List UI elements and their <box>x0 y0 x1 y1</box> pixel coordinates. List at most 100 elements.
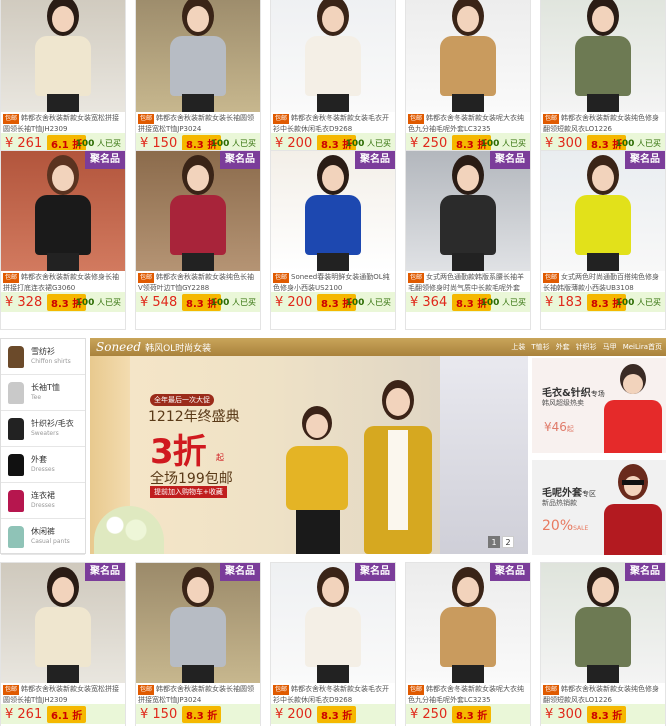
product-row-3: 聚名品 包邮 韩都衣舍秋装新款女装宽松拼接圆领长袖T恤JH2309 ¥ 261 6… <box>0 562 666 726</box>
sold-label: 人已买 <box>232 139 256 148</box>
free-shipping-tag: 包邮 <box>3 685 20 695</box>
price-bar: ¥ 200 8.3 折 <box>271 704 395 724</box>
product-title-link[interactable]: 女式两色时尚通勤百搭纯色修身长袖韩版薄款小西装UB3108【SONEED <box>543 273 659 292</box>
product-card[interactable]: 聚名品 包邮 韩都衣舍秋冬装新款女装毛衣开衫中长款休闲毛衣D9268 ¥ 200 … <box>270 562 396 726</box>
product-title-link[interactable]: 韩都衣舍冬装新款女装呢大衣纯色九分袖毛呢外套LC3235 <box>408 114 524 133</box>
product-title-link[interactable]: 韩都衣舍冬装新款女装呢大衣纯色九分袖毛呢外套LC3235 <box>408 685 524 704</box>
product-price: ¥ 150 <box>140 135 178 151</box>
product-title-link[interactable]: 女式两色通勤款韩版系腰长袖羊毛翻领修身时尚气质中长款毛呢外套 <box>408 273 524 292</box>
product-title-link[interactable]: 韩都衣舍秋装新款女装纯色修身翻领短款风衣LO1226 <box>543 114 659 133</box>
product-card[interactable]: 聚名品 包邮 韩都衣舍秋装新款女装纯色修身翻领短款风衣LO1226 ¥ 300 8… <box>540 562 666 726</box>
product-card[interactable]: 包邮 韩都衣舍秋装新款女装纯色修身翻领短款风衣LO1226 ¥ 300 8.3 折… <box>540 0 666 171</box>
sweater-promo-banner[interactable]: 毛衣&针织专场 韩风超级热卖 ¥46起 <box>532 358 666 453</box>
model-figure <box>33 0 93 112</box>
sold-count: 100 人已买 <box>211 138 256 149</box>
brand-subtitle: 韩风OL时尚女装 <box>145 343 212 354</box>
brand-link[interactable]: 上装 <box>511 342 525 352</box>
main-promo-banner[interactable]: 全年最后一次大促 1212年终盛典 3折 起 全场199包邮 提前加入购物车+收… <box>90 356 528 554</box>
sold-label: 人已买 <box>637 139 661 148</box>
product-image[interactable] <box>406 0 530 112</box>
model-figure <box>438 155 498 271</box>
product-title-link[interactable]: 韩都衣舍秋装新款女装纯色长袖V领荷叶边T恤GY2288 <box>138 273 254 292</box>
sold-label: 人已买 <box>502 298 526 307</box>
chiffon-shirt-icon <box>5 345 27 369</box>
product-image[interactable]: 聚名品 <box>541 563 665 683</box>
product-card[interactable]: 包邮 韩都衣舍秋装新款女装长袖圆领拼接宽松T恤JP3024 ¥ 150 8.3 折… <box>135 0 261 171</box>
product-title-link[interactable]: 韩都衣舍秋装新款女装宽松拼接圆领长袖T恤JH2309 <box>3 114 119 133</box>
brand-link[interactable]: 针织衫 <box>576 342 597 352</box>
model-figure <box>573 0 633 112</box>
sidenav-text: 雪纺衫 Chiffon shirts <box>31 347 71 367</box>
product-card[interactable]: 包邮 韩都衣舍冬装新款女装呢大衣纯色九分袖毛呢外套LC3235 ¥ 250 8.3… <box>405 0 531 171</box>
brand-link[interactable]: MeiLira首页 <box>623 342 662 352</box>
sidenav-item[interactable]: 外套 Dresses <box>1 447 85 483</box>
brand-links: 上装 T恤衫 外套 针织衫 马甲 MeiLira首页 <box>511 342 666 352</box>
sweater-icon <box>5 417 27 441</box>
brand-link[interactable]: 外套 <box>556 342 570 352</box>
product-card[interactable]: 聚名品 包邮 韩都衣舍秋装新款女装纯色长袖V领荷叶边T恤GY2288 ¥ 548 … <box>135 150 261 330</box>
banner-cta[interactable]: 提前加入购物车+收藏 <box>150 486 227 498</box>
product-card[interactable]: 聚名品 包邮女式两色时尚通勤百搭纯色修身长袖韩版薄款小西装UB3108【SONE… <box>540 150 666 330</box>
brand-link[interactable]: 马甲 <box>603 342 617 352</box>
product-image[interactable]: 聚名品 <box>271 563 395 683</box>
brand-badge: 聚名品 <box>355 563 395 581</box>
product-description: 包邮 韩都衣舍秋装新款女装宽松拼接圆领长袖T恤JH2309 <box>1 683 125 704</box>
product-title-link[interactable]: 韩都衣舍秋装新款女装宽松拼接圆领长袖T恤JH2309 <box>3 685 119 704</box>
product-image[interactable]: 聚名品 <box>1 563 125 683</box>
free-shipping-tag: 包邮 <box>543 685 560 695</box>
sidenav-item[interactable]: 休闲裤 Casual pants <box>1 519 85 555</box>
product-image[interactable]: 聚名品 <box>406 151 530 271</box>
coat-promo-banner[interactable]: 毛呢外套专区 新品热销款 20%SALE <box>532 460 666 555</box>
sold-count: 100 人已买 <box>481 138 526 149</box>
brand-link[interactable]: T恤衫 <box>531 342 549 352</box>
price-bar: ¥ 183 8.3 折 100 人已买 <box>541 292 665 312</box>
product-description: 包邮 韩都衣舍秋装新款女装宽松拼接圆领长袖T恤JH2309 <box>1 112 125 133</box>
product-card[interactable]: 包邮 韩都衣舍秋冬装新款女装毛衣开衫中长款休闲毛衣D9268 ¥ 200 8.3 … <box>270 0 396 171</box>
product-image[interactable] <box>1 0 125 112</box>
sidenav-label: 连衣裙 <box>31 490 55 500</box>
product-card[interactable]: 聚名品 包邮 韩都衣舍秋装新款女装修身长袖拼接打底连衣裙G3060 ¥ 328 8… <box>0 150 126 330</box>
product-card[interactable]: 聚名品 包邮 韩都衣舍秋装新款女装宽松拼接圆领长袖T恤JH2309 ¥ 261 6… <box>0 562 126 726</box>
product-title-link[interactable]: 韩都衣舍秋冬装新款女装毛衣开衫中长款休闲毛衣D9268 <box>273 685 389 704</box>
product-image[interactable] <box>271 0 395 112</box>
sidenav-item[interactable]: 针织衫/毛衣 Sweaters <box>1 411 85 447</box>
product-image[interactable]: 聚名品 <box>136 563 260 683</box>
product-price: ¥ 300 <box>545 706 583 722</box>
product-card[interactable]: 包邮 韩都衣舍秋装新款女装宽松拼接圆领长袖T恤JH2309 ¥ 261 6.1 折… <box>0 0 126 171</box>
product-image[interactable]: 聚名品 <box>271 151 395 271</box>
sold-count: 100 人已买 <box>616 297 661 308</box>
product-title-link[interactable]: 韩都衣舍秋装新款女装长袖圆领拼接宽松T恤JP3024 <box>138 114 254 133</box>
product-description: 包邮女式两色时尚通勤百搭纯色修身长袖韩版薄款小西装UB3108【SONEED <box>541 271 665 292</box>
product-card[interactable]: 聚名品 包邮 Soneed春装明鲜女装通勤OL纯色修身小西装US2100 ¥ 20… <box>270 150 396 330</box>
product-title-link[interactable]: 韩都衣舍秋装新款女装纯色修身翻领短款风衣LO1226 <box>543 685 659 704</box>
free-shipping-tag: 包邮 <box>138 114 155 124</box>
sidenav-sublabel: Dresses <box>31 501 55 509</box>
sold-number: 100 <box>210 298 230 308</box>
product-card[interactable]: 聚名品 包邮 韩都衣舍冬装新款女装呢大衣纯色九分袖毛呢外套LC3235 ¥ 250… <box>405 562 531 726</box>
product-description: 包邮 韩都衣舍秋装新款女装修身长袖拼接打底连衣裙G3060 <box>1 271 125 292</box>
sidenav-item[interactable]: 长袖T恤 Tee <box>1 375 85 411</box>
product-title-link[interactable]: 韩都衣舍秋冬装新款女装毛衣开衫中长款休闲毛衣D9268 <box>273 114 389 133</box>
product-card[interactable]: 聚名品 包邮 女式两色通勤款韩版系腰长袖羊毛翻领修身时尚气质中长款毛呢外套 ¥ 3… <box>405 150 531 330</box>
sidenav-item[interactable]: 连衣裙 Dresses <box>1 483 85 519</box>
product-title-link[interactable]: 韩都衣舍秋装新款女装修身长袖拼接打底连衣裙G3060 <box>3 273 119 292</box>
brand-badge: 聚名品 <box>220 151 260 169</box>
product-image[interactable]: 聚名品 <box>541 151 665 271</box>
sidenav-label: 休闲裤 <box>31 526 55 536</box>
sidenav-label: 雪纺衫 <box>31 346 55 356</box>
product-image[interactable]: 聚名品 <box>136 151 260 271</box>
product-card[interactable]: 聚名品 包邮 韩都衣舍秋装新款女装长袖圆领拼接宽松T恤JP3024 ¥ 150 8… <box>135 562 261 726</box>
product-title-link[interactable]: Soneed春装明鲜女装通勤OL纯色修身小西装US2100 <box>273 273 390 292</box>
product-image[interactable]: 聚名品 <box>1 151 125 271</box>
price-bar: ¥ 328 8.3 折 100 人已买 <box>1 292 125 312</box>
product-price: ¥ 548 <box>140 294 178 310</box>
banner-page-2[interactable]: 2 <box>502 536 514 548</box>
brand-logo[interactable]: Soneed <box>90 340 141 354</box>
product-image[interactable] <box>136 0 260 112</box>
product-image[interactable]: 聚名品 <box>406 563 530 683</box>
sidenav-item[interactable]: 雪纺衫 Chiffon shirts <box>1 339 85 375</box>
banner-page-1[interactable]: 1 <box>488 536 500 548</box>
product-image[interactable] <box>541 0 665 112</box>
product-description: 包邮 韩都衣舍秋装新款女装纯色长袖V领荷叶边T恤GY2288 <box>136 271 260 292</box>
product-title-link[interactable]: 韩都衣舍秋装新款女装长袖圆领拼接宽松T恤JP3024 <box>138 685 254 704</box>
